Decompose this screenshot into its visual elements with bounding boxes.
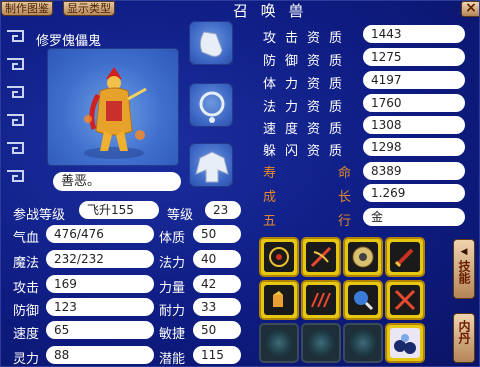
fist-icon: [273, 291, 283, 307]
stat-value: 65: [46, 321, 154, 339]
skill-slot-empty[interactable]: [259, 323, 299, 363]
pet-portrait: [47, 48, 179, 166]
gear-shield-icon: [352, 246, 374, 268]
empty-slot-icon: [350, 330, 376, 356]
claw-icon: [311, 292, 331, 308]
window-title: 召 唤 兽: [233, 2, 308, 20]
armor-icon: [199, 31, 223, 57]
skills-side-label: 技能: [457, 260, 471, 284]
aptitude-label: 躲闪资质: [263, 144, 352, 159]
aptitude-value: 1298: [363, 138, 465, 156]
stat-label: 灵力: [13, 352, 40, 367]
aptitude-label: 法力资质: [263, 100, 352, 115]
stat-value: 169: [46, 275, 154, 293]
skill-slot[interactable]: [385, 237, 425, 277]
attr-label: 耐力: [159, 304, 186, 319]
necklace-icon: [199, 91, 225, 123]
attr-value: 50: [193, 225, 241, 243]
pet-description: 善恶。: [53, 172, 181, 191]
arrow-left-icon: ◀: [460, 247, 468, 257]
summon-icon: [269, 247, 289, 267]
element-value: 金: [363, 208, 465, 226]
skill-slot[interactable]: [343, 280, 383, 320]
level-label: 等级: [167, 208, 194, 223]
weapon-slash-icon: [310, 246, 332, 268]
stat-value: 232/232: [46, 250, 154, 268]
attr-label: 法力: [159, 256, 186, 271]
crossed-swords-icon: [394, 289, 416, 311]
orbs-icon: [394, 334, 416, 354]
orb-icon: [354, 291, 374, 311]
pet-name: 修罗傀儡鬼: [36, 34, 102, 49]
attr-value: 40: [193, 250, 241, 268]
stat-label: 防御: [13, 304, 40, 319]
greek-key-ornament: [7, 30, 24, 182]
tab-display-type[interactable]: 显示类型: [63, 1, 115, 16]
stat-value: 88: [46, 346, 154, 364]
aptitude-value: 1760: [363, 94, 465, 112]
attr-value: 33: [193, 298, 241, 316]
skill-slot[interactable]: [343, 237, 383, 277]
neidan-side-label: 内丹: [457, 320, 471, 344]
empty-slot-icon: [308, 330, 334, 356]
aptitude-value: 4197: [363, 71, 465, 89]
skill-slot-empty[interactable]: [343, 323, 383, 363]
attr-value: 115: [193, 346, 241, 364]
aptitude-label: 攻击资质: [263, 31, 352, 46]
attr-label: 敏捷: [159, 327, 186, 342]
sword-icon: [394, 248, 414, 268]
lifespan-value: 8389: [363, 162, 465, 180]
level-value: 23: [205, 201, 241, 219]
skill-slot[interactable]: [259, 237, 299, 277]
aptitude-value: 1275: [363, 48, 465, 66]
skill-slot[interactable]: [259, 280, 299, 320]
stat-label: 魔法: [13, 256, 40, 271]
skills-side-button[interactable]: ◀ 技能: [453, 239, 475, 299]
growth-value: 1.269: [363, 184, 465, 202]
neidan-side-button[interactable]: 内丹: [453, 313, 475, 363]
aptitude-label: 速度资质: [263, 122, 352, 137]
close-button[interactable]: ×: [461, 1, 479, 17]
equip-slot-2[interactable]: [189, 83, 233, 127]
pet-figure-icon: [84, 67, 147, 159]
stat-value: 476/476: [46, 225, 154, 243]
equip-slot-1[interactable]: [189, 21, 233, 65]
attr-label: 体质: [159, 231, 186, 246]
skill-slot[interactable]: [301, 237, 341, 277]
stat-value: 123: [46, 298, 154, 316]
attr-value: 42: [193, 275, 241, 293]
tab-illustrate[interactable]: 制作图鉴: [1, 1, 53, 16]
skill-slot[interactable]: [385, 323, 425, 363]
battle-level-label: 参战等级: [13, 208, 66, 223]
skill-slot-empty[interactable]: [301, 323, 341, 363]
empty-slot-icon: [266, 330, 292, 356]
pet-window: 制作图鉴 显示类型 召 唤 兽 × 修罗傀儡鬼 善恶。 参战等级 飞升155 等…: [0, 0, 480, 367]
attr-label: 潜能: [159, 352, 186, 367]
stat-label: 速度: [13, 327, 40, 342]
skill-slot[interactable]: [301, 280, 341, 320]
battle-level-value: 飞升155: [79, 201, 159, 219]
attr-value: 50: [193, 321, 241, 339]
aptitude-value: 1308: [363, 116, 465, 134]
equip-slot-3[interactable]: [189, 143, 233, 187]
skill-slot[interactable]: [385, 280, 425, 320]
aptitude-label: 防御资质: [263, 54, 352, 69]
stat-label: 攻击: [13, 281, 40, 296]
robe-icon: [195, 151, 229, 183]
attr-label: 力量: [159, 281, 186, 296]
stat-label: 气血: [13, 231, 40, 246]
aptitude-label: 体力资质: [263, 77, 352, 92]
aptitude-value: 1443: [363, 25, 465, 43]
